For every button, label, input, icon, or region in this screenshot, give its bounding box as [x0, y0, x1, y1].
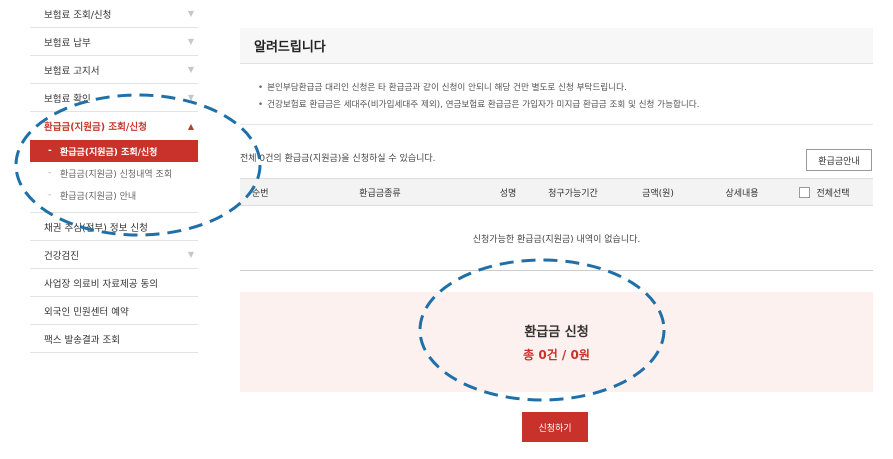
dash-icon: - [48, 146, 52, 156]
sidebar-menu: 보험료 조회/신청 ▼ 보험료 납부 ▼ 보험료 고지서 ▼ 보험료 확인 ▼ … [30, 0, 198, 353]
sidebar-item-label: 외국인 민원센터 예약 [44, 306, 129, 318]
sidebar-subitem-refund-history[interactable]: - 환급금(지원금) 신청내역 조회 [30, 162, 198, 184]
column-header-detail: 상세내용 [725, 188, 759, 199]
sidebar-item-label: 팩스 발송결과 조회 [44, 334, 120, 346]
sidebar-subitem-label: 환급금(지원금) 안내 [60, 191, 137, 202]
column-header-no: 순번 [252, 188, 269, 199]
sidebar-item-premium-bill[interactable]: 보험료 고지서 ▼ [30, 56, 198, 84]
column-header-period: 청구가능기간 [548, 188, 598, 199]
sidebar-item-premium-inquiry[interactable]: 보험료 조회/신청 ▼ [30, 0, 198, 28]
divider [240, 270, 873, 271]
column-header-type: 환급금종류 [359, 188, 401, 199]
refund-count-text: 전체 0건의 환급금(지원금)을 신청하실 수 있습니다. [240, 154, 436, 164]
column-header-select-all: 전체선택 [776, 179, 873, 205]
table-header: 순번 환급금종류 성명 청구가능기간 금액(원) 상세내용 전체선택 [240, 178, 873, 206]
notice-list: 본인부담환급금 대리인 신청은 타 환급금과 같이 신청이 안되니 해당 건만 … [258, 80, 858, 114]
sidebar-subitem-refund-guide[interactable]: - 환급금(지원금) 안내 [30, 184, 198, 206]
dash-icon: - [48, 190, 52, 200]
refund-guide-button[interactable]: 환급금안내 [806, 149, 872, 171]
apply-title: 환급금 신청 [524, 325, 589, 340]
apply-summary-box: 환급금 신청 총 0건 / 0원 [240, 292, 873, 392]
sidebar-item-fax-result[interactable]: 팩스 발송결과 조회 [30, 325, 198, 353]
apply-button[interactable]: 신청하기 [522, 412, 588, 442]
sidebar-item-debt-collection[interactable]: 채권 추심(전부) 정보 신청 [30, 213, 198, 241]
sidebar-item-premium-payment[interactable]: 보험료 납부 ▼ [30, 28, 198, 56]
apply-total: 총 0건 / 0원 [523, 348, 590, 362]
column-header-name: 성명 [499, 188, 517, 199]
sidebar-item-health-checkup[interactable]: 건강검진 ▼ [30, 241, 198, 269]
sidebar-subitem-label: 환급금(지원금) 조회/신청 [60, 147, 158, 158]
select-all-checkbox[interactable] [799, 186, 811, 198]
dash-icon: - [48, 168, 52, 178]
sidebar-item-label: 보험료 고지서 [44, 65, 100, 77]
empty-table-message: 신청가능한 환급금(지원금) 내역이 없습니다. [472, 235, 641, 245]
sidebar-item-medical-consent[interactable]: 사업장 의료비 자료제공 동의 [30, 269, 198, 297]
sidebar-item-label: 보험료 확인 [44, 93, 91, 105]
chevron-down-icon: ▼ [187, 65, 194, 74]
sidebar-item-label: 환급금(지원금) 조회/신청 [44, 122, 147, 133]
sidebar-item-label: 사업장 의료비 자료제공 동의 [44, 278, 158, 290]
chevron-down-icon: ▼ [187, 37, 194, 46]
notice-title: 알려드립니다 [240, 28, 873, 64]
chevron-down-icon: ▼ [187, 250, 194, 259]
chevron-down-icon: ▼ [187, 93, 194, 102]
notice-line: 본인부담환급금 대리인 신청은 타 환급금과 같이 신청이 안되니 해당 건만 … [258, 80, 858, 97]
notice-line: 건강보험료 환급금은 세대주(비가입세대주 제외), 연금보험료 환급금은 가입… [258, 97, 858, 114]
chevron-down-icon: ▼ [187, 9, 194, 18]
sidebar-item-label: 건강검진 [44, 250, 79, 262]
sidebar-subitem-label: 환급금(지원금) 신청내역 조회 [60, 169, 173, 180]
refund-submenu: - 환급금(지원금) 조회/신청 - 환급금(지원금) 신청내역 조회 - 환급… [30, 140, 198, 213]
sidebar-item-premium-check[interactable]: 보험료 확인 ▼ [30, 84, 198, 112]
sidebar-item-label: 보험료 납부 [44, 37, 91, 49]
select-all-label: 전체선택 [816, 188, 850, 199]
sidebar-item-label: 보험료 조회/신청 [44, 9, 112, 21]
sidebar-item-foreigner-center[interactable]: 외국인 민원센터 예약 [30, 297, 198, 325]
divider [240, 124, 873, 125]
chevron-up-icon: ▲ [187, 121, 194, 131]
column-header-amount: 금액(원) [642, 188, 674, 199]
sidebar-item-label: 채권 추심(전부) 정보 신청 [44, 222, 148, 234]
sidebar-subitem-refund-inquiry[interactable]: - 환급금(지원금) 조회/신청 [30, 140, 198, 162]
sidebar-item-refund[interactable]: 환급금(지원금) 조회/신청 ▲ [30, 112, 198, 140]
